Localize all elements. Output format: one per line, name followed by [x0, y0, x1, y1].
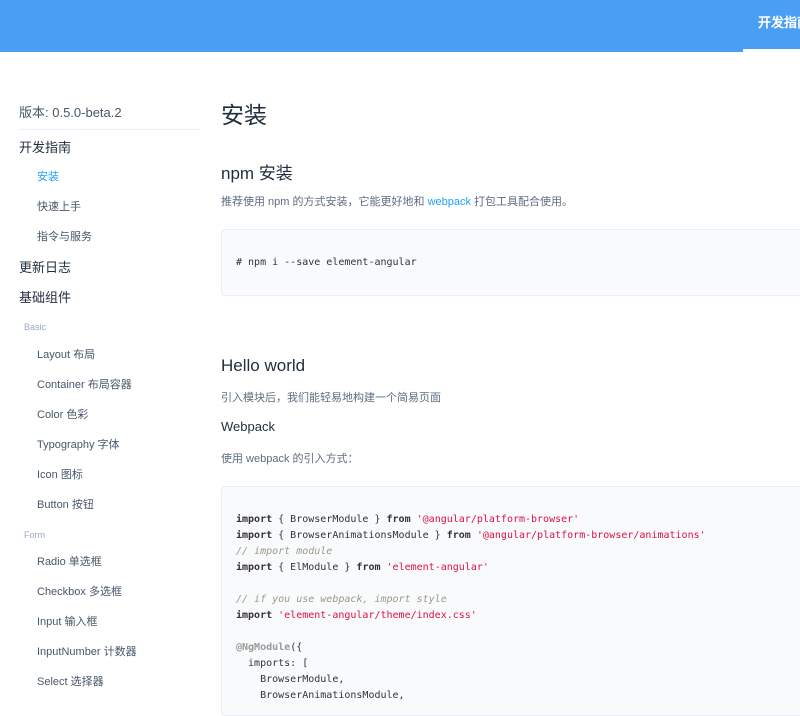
sidebar-item-install[interactable]: 安装 [37, 168, 59, 184]
sidebar-item-icon[interactable]: Icon 图标 [37, 466, 83, 482]
sidebar-item-select[interactable]: Select 选择器 [37, 673, 104, 689]
npm-heading: npm 安装 [221, 164, 293, 183]
code-line-1: import { BrowserModule } from '@angular/… [236, 514, 580, 525]
code-line-9: @NgModule({ [236, 642, 303, 653]
sidebar-item-layout[interactable]: Layout 布局 [37, 346, 95, 362]
sidebar-item-input[interactable]: Input 输入框 [37, 613, 98, 629]
hello-world-description: 引入模块后，我们能轻易地构建一个简易页面 [221, 392, 441, 404]
npm-command: # npm i --save element-angular [236, 257, 417, 268]
npm-description: 推荐使用 npm 的方式安装，它能更好地和 webpack 打包工具配合使用。 [221, 193, 573, 209]
code-line-2: import { BrowserAnimationsModule } from … [236, 530, 706, 541]
sidebar-category-basic: Basic [24, 322, 47, 332]
sidebar-group-guide[interactable]: 开发指南 [19, 137, 71, 156]
code-line-10: imports: [ [236, 658, 309, 669]
sidebar-group-changelog[interactable]: 更新日志 [19, 257, 71, 276]
code-line-6: // if you use webpack, import style [236, 594, 447, 605]
webpack-link[interactable]: webpack [428, 196, 471, 208]
sidebar-item-button[interactable]: Button 按钮 [37, 496, 94, 512]
code-line-12: BrowserAnimationsModule, [236, 690, 405, 701]
code-line-3: // import module [236, 546, 333, 557]
sidebar: 版本: 0.5.0-beta.2 开发指南 安装 快速上手 指令与服务 更新日志… [0, 52, 200, 697]
main-content: 安装 npm 安装 推荐使用 npm 的方式安装，它能更好地和 webpack … [221, 52, 800, 716]
webpack-description: 使用 webpack 的引入方式： [221, 453, 359, 465]
code-line-4: import { ElModule } from 'element-angula… [236, 562, 489, 573]
hello-world-heading: Hello world [221, 356, 306, 375]
sidebar-item-color[interactable]: Color 色彩 [37, 406, 88, 422]
sidebar-item-quickstart[interactable]: 快速上手 [37, 198, 81, 214]
hello-code-block: import { BrowserModule } from '@angular/… [221, 486, 800, 716]
code-line-7: import 'element-angular/theme/index.css' [236, 610, 477, 621]
npm-desc-text-1: 推荐使用 npm 的方式安装，它能更好地和 [221, 196, 428, 208]
sidebar-group-components[interactable]: 基础组件 [19, 287, 71, 306]
nav-guide-tab[interactable]: 开发指南 [743, 0, 800, 52]
webpack-heading: Webpack [221, 419, 275, 434]
npm-code-block: # npm i --save element-angular [221, 229, 800, 296]
top-header: 开发指南 [0, 0, 800, 52]
npm-desc-text-2: 打包工具配合使用。 [471, 196, 574, 208]
sidebar-item-directives[interactable]: 指令与服务 [37, 228, 92, 244]
sidebar-item-checkbox[interactable]: Checkbox 多选框 [37, 583, 122, 599]
sidebar-category-form: Form [24, 530, 45, 540]
sidebar-item-container[interactable]: Container 布局容器 [37, 376, 132, 392]
page-title: 安装 [221, 102, 267, 128]
code-line-11: BrowserModule, [236, 674, 345, 685]
sidebar-item-typography[interactable]: Typography 字体 [37, 436, 120, 452]
sidebar-item-inputnumber[interactable]: InputNumber 计数器 [37, 643, 137, 659]
sidebar-item-radio[interactable]: Radio 单选框 [37, 553, 102, 569]
version-label: 版本: 0.5.0-beta.2 [19, 102, 200, 130]
